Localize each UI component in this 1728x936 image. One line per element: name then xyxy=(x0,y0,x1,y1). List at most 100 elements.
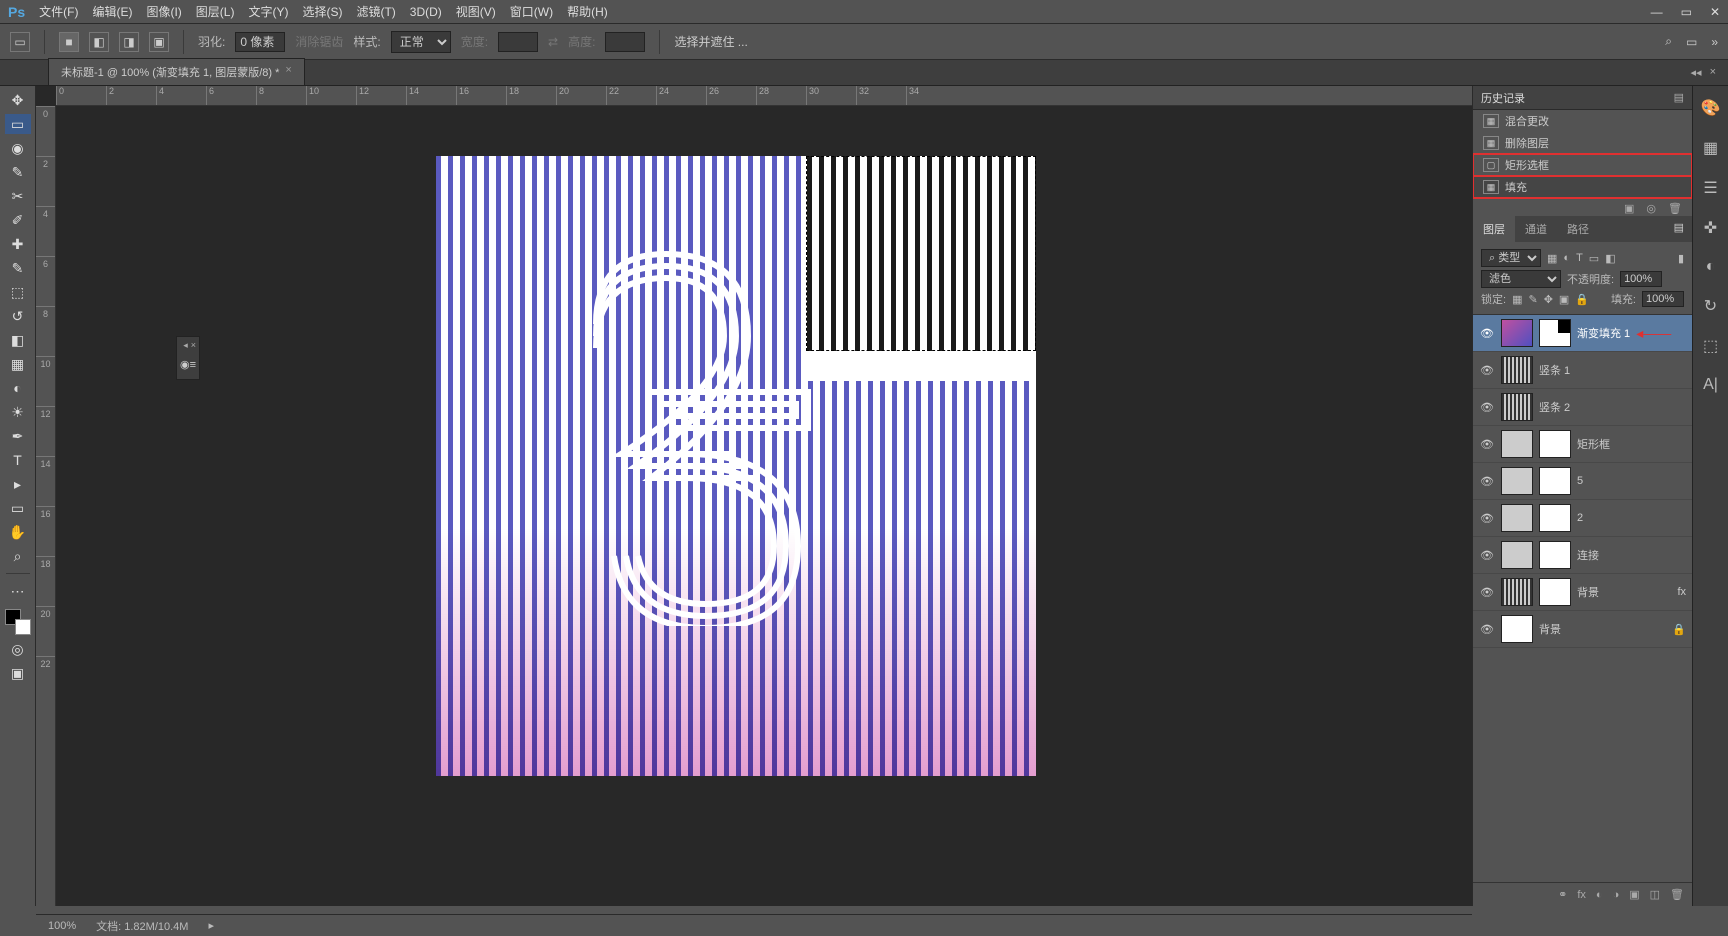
menu-filter[interactable]: 滤镜(T) xyxy=(356,3,395,20)
color-panel-icon[interactable]: 🎨 xyxy=(1701,98,1721,118)
history-delete-icon[interactable]: 🗑 xyxy=(1668,202,1682,215)
tab-layers[interactable]: 图层 xyxy=(1473,216,1515,242)
layer-filter-kind[interactable]: ⌕ 类型 xyxy=(1481,249,1541,267)
lock-all-icon[interactable]: 🔒 xyxy=(1575,293,1589,306)
brush-tool[interactable]: ✎ xyxy=(5,258,31,278)
character-panel-icon[interactable]: A| xyxy=(1703,376,1718,394)
visibility-icon[interactable]: 👁 xyxy=(1479,364,1495,377)
menu-file[interactable]: 文件(F) xyxy=(39,3,78,20)
window-minimize-icon[interactable]: — xyxy=(1651,5,1663,19)
blend-mode-select[interactable]: 滤色 xyxy=(1481,270,1561,288)
doc-size[interactable]: 文档: 1.82M/10.4M xyxy=(96,918,188,934)
layer-fx-icon[interactable]: fx xyxy=(1577,889,1586,901)
libraries-panel-icon[interactable]: ☰ xyxy=(1703,178,1717,198)
eraser-tool[interactable]: ◧ xyxy=(5,330,31,350)
visibility-icon[interactable]: 👁 xyxy=(1479,623,1495,636)
tab-close-icon[interactable]: × xyxy=(285,64,291,80)
visibility-icon[interactable]: 👁 xyxy=(1479,586,1495,599)
layer-item[interactable]: 👁竖条 2 xyxy=(1473,389,1692,426)
panel-menu-icon[interactable]: » xyxy=(1711,35,1718,49)
new-selection-icon[interactable]: ■ xyxy=(59,32,79,52)
feather-input[interactable] xyxy=(235,32,285,52)
menu-view[interactable]: 视图(V) xyxy=(456,3,496,20)
subtract-selection-icon[interactable]: ◨ xyxy=(119,32,139,52)
zoom-level[interactable]: 100% xyxy=(48,920,76,932)
path-select-tool[interactable]: ▸ xyxy=(5,474,31,494)
type-tool[interactable]: T xyxy=(5,450,31,470)
history-item[interactable]: ▦删除图层 xyxy=(1473,132,1692,154)
layer-item[interactable]: 👁竖条 1 xyxy=(1473,352,1692,389)
visibility-icon[interactable]: 👁 xyxy=(1479,549,1495,562)
adjustment-layer-icon[interactable]: ◑ xyxy=(1613,889,1620,901)
lock-transparency-icon[interactable]: ▦ xyxy=(1512,293,1522,306)
visibility-icon[interactable]: 👁 xyxy=(1479,512,1495,525)
blur-tool[interactable]: ◐ xyxy=(5,378,31,398)
layer-item[interactable]: 👁2 xyxy=(1473,500,1692,537)
window-restore-icon[interactable]: ▭ xyxy=(1681,5,1692,19)
search-icon[interactable]: ⌕ xyxy=(1665,34,1672,49)
tab-channels[interactable]: 通道 xyxy=(1515,216,1557,242)
swatches-panel-icon[interactable]: ▦ xyxy=(1703,138,1718,158)
layer-item[interactable]: 👁连接 xyxy=(1473,537,1692,574)
refresh-panel-icon[interactable]: ↻ xyxy=(1704,296,1717,316)
pen-tool[interactable]: ✒ xyxy=(5,426,31,446)
window-close-icon[interactable]: ✕ xyxy=(1710,5,1720,19)
layer-mask-icon[interactable]: ◐ xyxy=(1596,889,1603,901)
layer-item[interactable]: 👁5 xyxy=(1473,463,1692,500)
layer-item[interactable]: 👁背景fx xyxy=(1473,574,1692,611)
delete-layer-icon[interactable]: 🗑 xyxy=(1670,888,1684,901)
history-new-icon[interactable]: ◎ xyxy=(1646,202,1656,215)
history-brush-tool[interactable]: ↺ xyxy=(5,306,31,326)
document-tab[interactable]: 未标题-1 @ 100% (渐变填充 1, 图层蒙版/8) * × xyxy=(48,58,305,85)
add-selection-icon[interactable]: ◧ xyxy=(89,32,109,52)
intersect-selection-icon[interactable]: ▣ xyxy=(149,32,169,52)
filter-shape-icon[interactable]: ▭ xyxy=(1589,252,1599,265)
quickmask-tool[interactable]: ◎ xyxy=(5,639,31,659)
visibility-icon[interactable]: 👁 xyxy=(1479,327,1495,340)
fx-icon[interactable]: fx xyxy=(1677,586,1686,598)
canvas-area[interactable]: 0246810121416182022242628303234 02468101… xyxy=(36,86,1472,906)
menu-3d[interactable]: 3D(D) xyxy=(410,5,442,19)
menu-select[interactable]: 选择(S) xyxy=(302,3,342,20)
color-swatches[interactable] xyxy=(5,609,31,635)
fill-input[interactable] xyxy=(1642,291,1684,307)
move-tool[interactable]: ✥ xyxy=(5,90,31,110)
zoom-tool[interactable]: ⌕ xyxy=(5,546,31,566)
menu-layer[interactable]: 图层(L) xyxy=(196,3,235,20)
screenmode-tool[interactable]: ▣ xyxy=(5,663,31,683)
lock-artboard-icon[interactable]: ▣ xyxy=(1559,293,1569,306)
dodge-tool[interactable]: ☀ xyxy=(5,402,31,422)
menu-edit[interactable]: 编辑(E) xyxy=(92,3,132,20)
lock-pixels-icon[interactable]: ✎ xyxy=(1528,293,1537,306)
layer-item[interactable]: 👁矩形框 xyxy=(1473,426,1692,463)
menu-image[interactable]: 图像(I) xyxy=(146,3,181,20)
status-chevron-icon[interactable]: ▸ xyxy=(208,919,214,932)
rectangle-tool[interactable]: ▭ xyxy=(5,498,31,518)
filter-image-icon[interactable]: ▦ xyxy=(1547,252,1557,265)
link-layers-icon[interactable]: ⚭ xyxy=(1558,888,1567,901)
eyedropper-tool[interactable]: ✐ xyxy=(5,210,31,230)
healing-tool[interactable]: ✚ xyxy=(5,234,31,254)
lasso-tool[interactable]: ◉ xyxy=(5,138,31,158)
stamp-tool[interactable]: ⬚ xyxy=(5,282,31,302)
3d-panel-icon[interactable]: ⬚ xyxy=(1703,336,1718,356)
history-menu-icon[interactable]: ▤ xyxy=(1674,91,1684,104)
visibility-icon[interactable]: 👁 xyxy=(1479,401,1495,414)
opacity-input[interactable] xyxy=(1620,271,1662,287)
crop-tool[interactable]: ✂ xyxy=(5,186,31,206)
styles-panel-icon[interactable]: ◐ xyxy=(1706,258,1716,276)
adjustments-panel-icon[interactable]: ✜ xyxy=(1704,218,1717,238)
floating-panel[interactable]: ◂× ◉≡ xyxy=(176,336,200,380)
filter-adjust-icon[interactable]: ◐ xyxy=(1563,252,1570,264)
canvas[interactable] xyxy=(436,156,1036,776)
visibility-icon[interactable]: 👁 xyxy=(1479,438,1495,451)
edit-toolbar[interactable]: ⋯ xyxy=(5,581,31,601)
history-item[interactable]: ▢矩形选框 xyxy=(1473,154,1692,176)
menu-window[interactable]: 窗口(W) xyxy=(510,3,553,20)
visibility-icon[interactable]: 👁 xyxy=(1479,475,1495,488)
style-select[interactable]: 正常 xyxy=(391,31,451,53)
new-layer-icon[interactable]: ◫ xyxy=(1650,888,1660,901)
close-group-icon[interactable]: × xyxy=(1710,66,1716,79)
history-item[interactable]: ▦混合更改 xyxy=(1473,110,1692,132)
marquee-tool[interactable]: ▭ xyxy=(5,114,31,134)
